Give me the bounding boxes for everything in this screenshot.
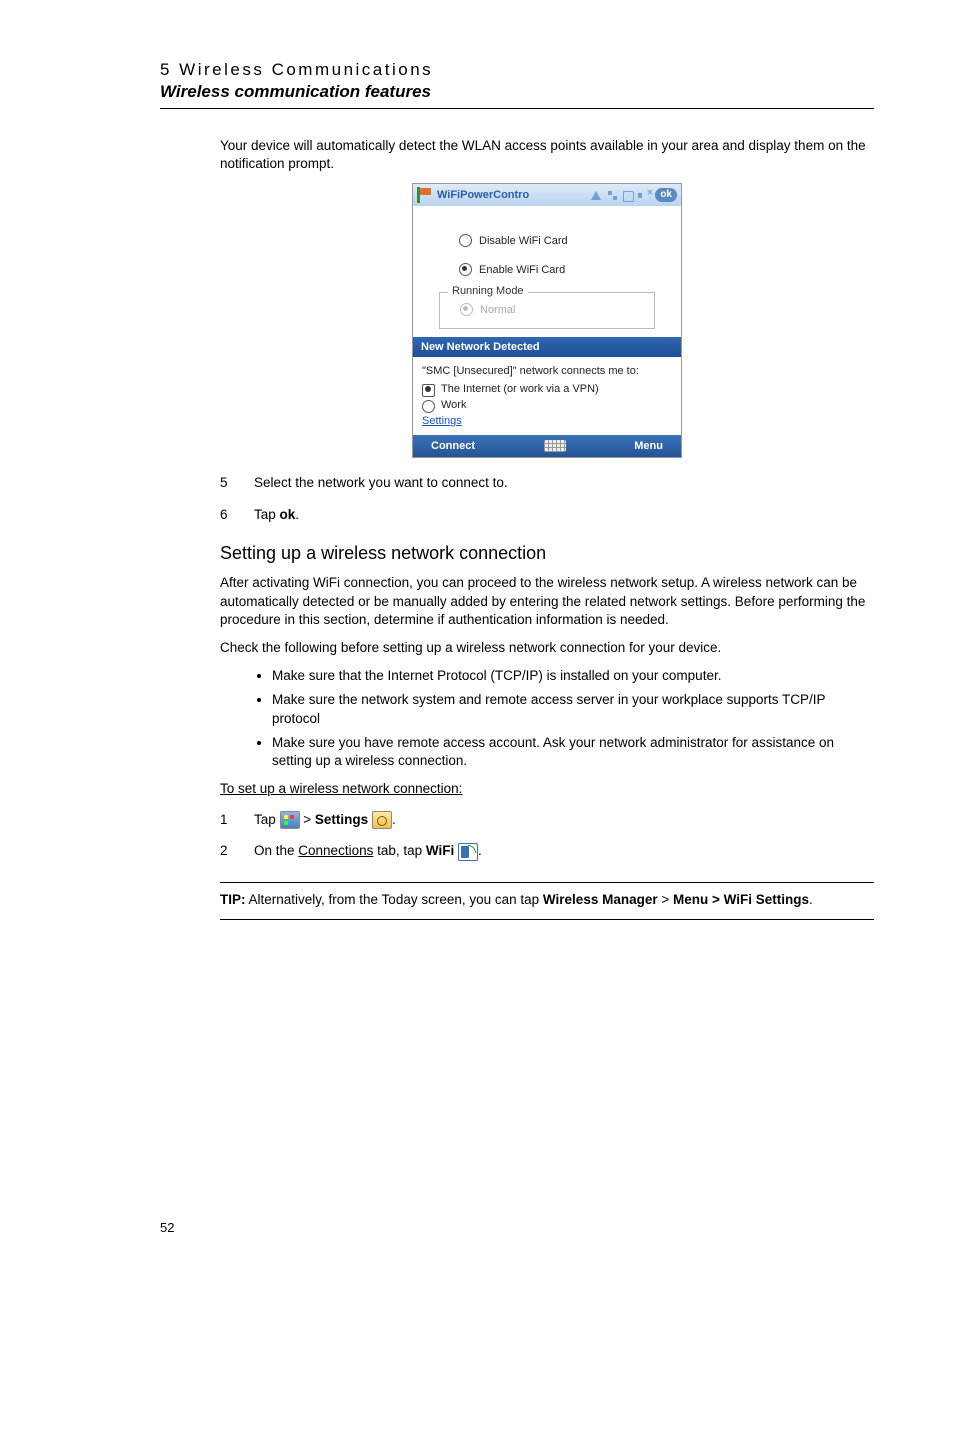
bullet-item: Make sure that the Internet Protocol (TC… [272,667,874,685]
step-text-bold: WiFi [426,843,454,858]
step-text: tab, tap [373,843,426,858]
bullet-item: Make sure the network system and remote … [272,691,874,727]
radio-normal: Normal [460,303,644,316]
popup-body: "SMC [Unsecured]" network connects me to… [413,357,681,435]
step-text: On the [254,843,298,858]
tip-bottom-rule [220,919,874,920]
radio-icon [422,384,435,397]
radio-icon [422,400,435,413]
wifi-icon [458,843,478,861]
network-icon [606,189,619,202]
tip-text: > [658,892,673,907]
step-number: 5 [220,472,254,494]
fieldset-legend: Running Mode [448,285,528,297]
keyboard-icon[interactable] [544,440,566,452]
paragraph-2: Check the following before setting up a … [220,639,874,657]
tip-text: . [809,892,813,907]
procedure-title: To set up a wireless network connection: [220,780,874,798]
speaker-mute-icon [638,189,651,202]
step-text: . [392,812,396,827]
connect-softkey[interactable]: Connect [431,440,475,452]
tip-paragraph: TIP: Alternatively, from the Today scree… [220,891,874,909]
step-number: 6 [220,504,254,526]
device-screenshot: WiFiPowerContro ok Disable WiFi Card [412,183,682,458]
step-text: > [300,812,315,827]
tip-bold-2: Menu > WiFi Settings [673,892,809,907]
paragraph-1: After activating WiFi connection, you ca… [220,574,874,629]
settings-link[interactable]: Settings [422,415,462,427]
tip-label: TIP: [220,892,246,907]
bullet-item: Make sure you have remote access account… [272,734,874,770]
step-text-pre: Tap [254,507,280,522]
step-5: 5Select the network you want to connect … [220,472,874,494]
popup-message: "SMC [Unsecured]" network connects me to… [422,364,672,380]
popup-titlebar: New Network Detected [413,337,681,357]
step-6: 6Tap ok. [220,504,874,526]
screenshot-titlebar: WiFiPowerContro ok [413,184,681,206]
chapter-heading: 5 Wireless Communications [160,60,874,80]
intro-paragraph: Your device will automatically detect th… [220,137,874,173]
screenshot-title: WiFiPowerContro [437,189,529,201]
ok-button[interactable]: ok [655,188,677,202]
step-text-post: . [295,507,299,522]
lock-icon [623,191,634,202]
radio-label: Normal [480,304,515,316]
proc-step-2: 2On the Connections tab, tap WiFi . [220,840,874,862]
tip-bold-1: Wireless Manager [543,892,658,907]
subsection-heading: Setting up a wireless network connection [220,543,874,564]
settings-icon [372,811,392,829]
radio-icon [459,263,472,276]
step-text: Select the network you want to connect t… [254,475,508,490]
step-text-bold: Settings [315,812,368,827]
start-flag-icon [417,187,433,203]
bullet-list: Make sure that the Internet Protocol (TC… [220,667,874,770]
section-heading: Wireless communication features [160,82,874,102]
radio-label: Enable WiFi Card [479,264,565,276]
tip-text: Alternatively, from the Today screen, yo… [246,892,543,907]
screenshot-bottombar: Connect Menu [413,435,681,457]
radio-internet[interactable]: The Internet (or work via a VPN) [422,382,672,398]
step-link: Connections [298,843,373,858]
proc-step-1: 1Tap > Settings . [220,809,874,831]
step-number: 1 [220,809,254,831]
running-mode-fieldset: Running Mode Normal [439,292,655,329]
heading-rule [160,108,874,109]
radio-icon [459,234,472,247]
step-number: 2 [220,840,254,862]
radio-label: The Internet (or work via a VPN) [441,382,599,398]
step-text-bold: ok [280,507,296,522]
radio-enable-wifi[interactable]: Enable WiFi Card [459,263,663,276]
radio-label: Work [441,398,466,414]
step-text: . [478,843,482,858]
radio-disable-wifi[interactable]: Disable WiFi Card [459,234,663,247]
start-icon [280,811,300,829]
signal-icon [589,189,602,202]
tip-top-rule [220,882,874,883]
menu-softkey[interactable]: Menu [634,440,663,452]
radio-icon [460,303,473,316]
step-text: Tap [254,812,280,827]
page-number: 52 [160,1220,874,1235]
radio-work[interactable]: Work [422,398,672,414]
radio-label: Disable WiFi Card [479,235,568,247]
